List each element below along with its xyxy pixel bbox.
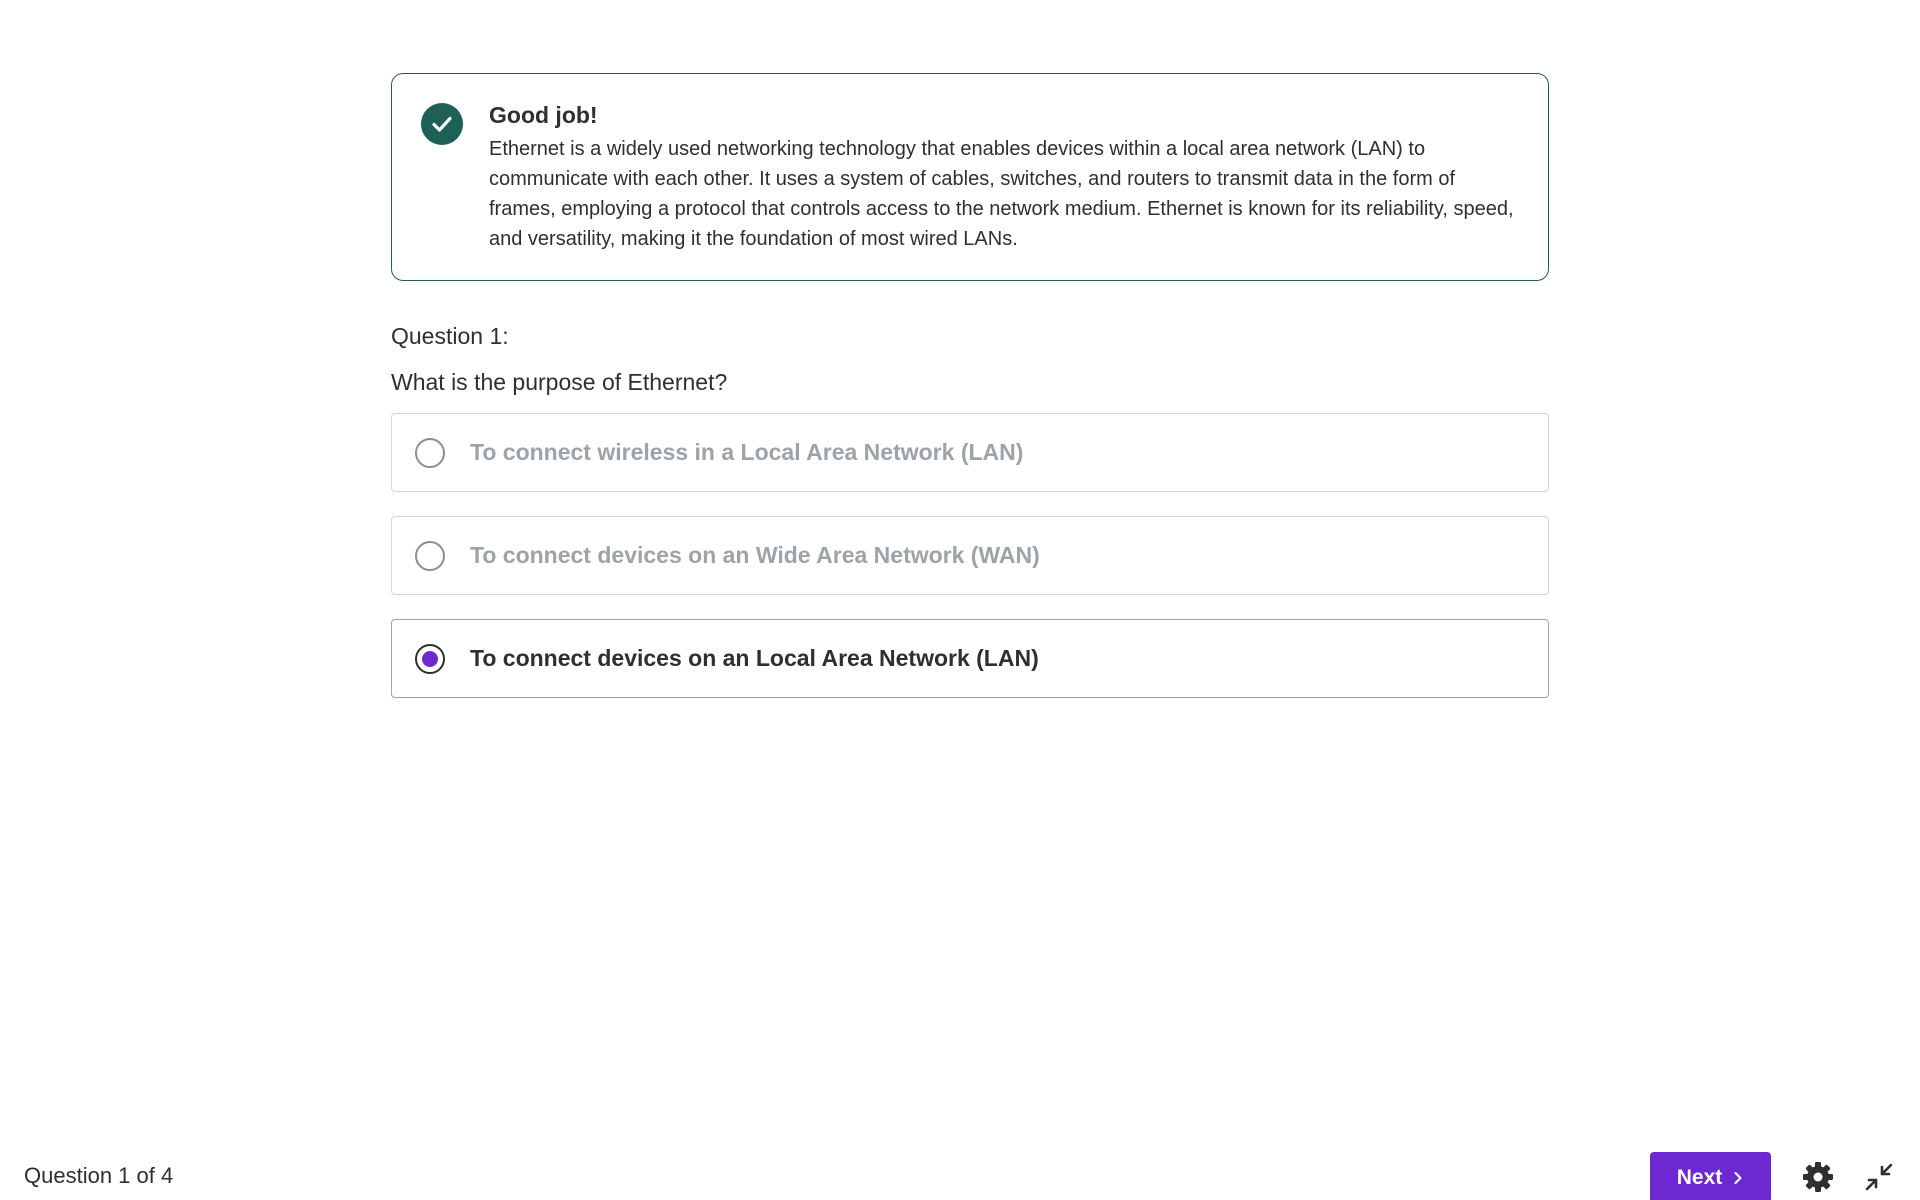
question-text: What is the purpose of Ethernet? [391, 369, 728, 395]
answer-option-3[interactable]: To connect devices on an Local Area Netw… [391, 619, 1549, 698]
quiz-content: Good job! Ethernet is a widely used netw… [391, 73, 1549, 722]
radio-dot [422, 650, 438, 667]
question-progress: Question 1 of 4 [24, 1163, 174, 1188]
quiz-page: Good job! Ethernet is a widely used netw… [0, 0, 1920, 1200]
answer-option-label: To connect devices on an Local Area Netw… [470, 645, 1039, 671]
feedback-title: Good job! [489, 102, 598, 128]
question-label: Question 1: [391, 323, 509, 349]
answer-options: To connect wireless in a Local Area Netw… [391, 413, 1549, 698]
next-button[interactable]: Next [1650, 1152, 1771, 1200]
radio-button-selected[interactable] [415, 643, 445, 674]
feedback-panel: Good job! Ethernet is a widely used netw… [391, 73, 1549, 281]
answer-option-label: To connect wireless in a Local Area Netw… [470, 439, 1024, 465]
radio-button[interactable] [415, 540, 445, 571]
collapse-icon[interactable] [1864, 1162, 1894, 1192]
answer-option-2[interactable]: To connect devices on an Wide Area Netwo… [391, 516, 1549, 595]
answer-option-label: To connect devices on an Wide Area Netwo… [470, 542, 1040, 568]
answer-option-1[interactable]: To connect wireless in a Local Area Netw… [391, 413, 1549, 492]
chevron-right-icon [1734, 1171, 1742, 1184]
check-circle-icon [421, 103, 463, 145]
radio-button[interactable] [415, 437, 445, 468]
feedback-body: Ethernet is a widely used networking tec… [489, 138, 1514, 250]
gear-icon[interactable] [1802, 1161, 1834, 1193]
next-button-label: Next [1676, 1165, 1723, 1189]
